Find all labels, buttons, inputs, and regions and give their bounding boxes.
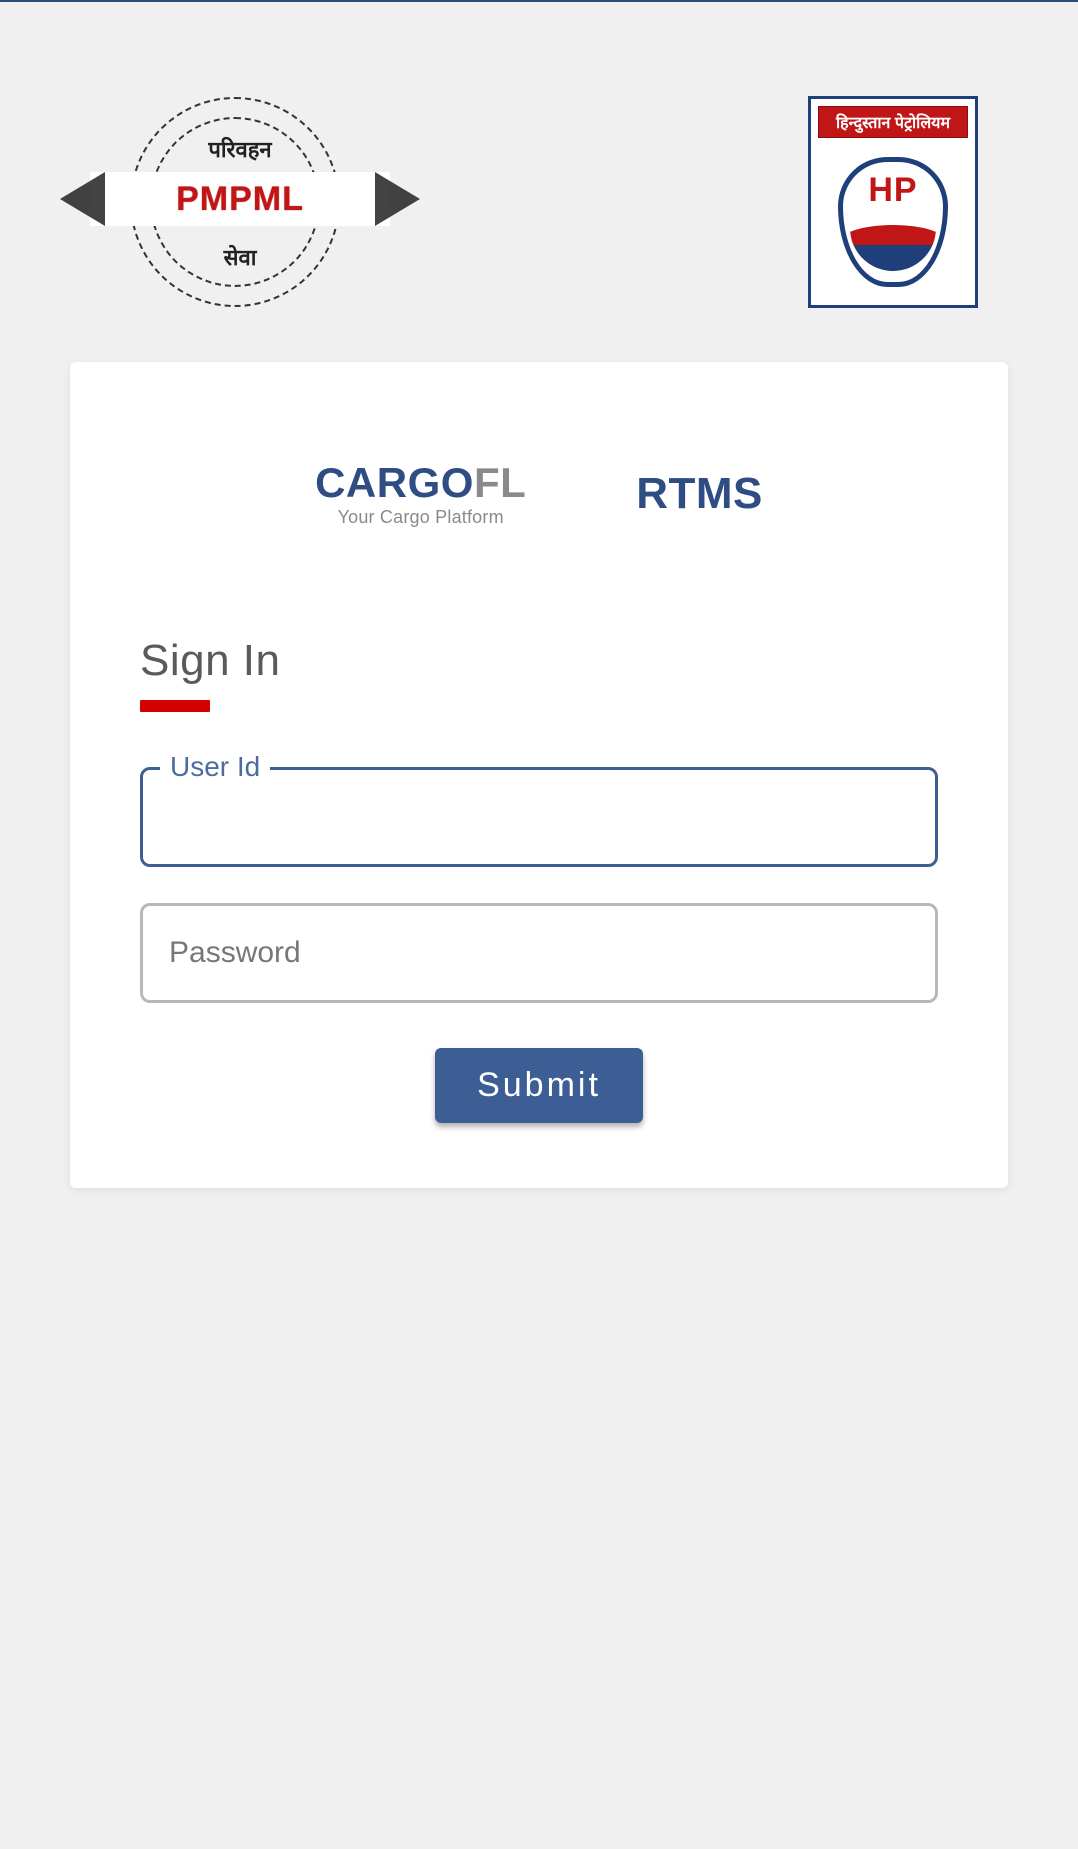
rtms-title: RTMS (636, 469, 763, 519)
pmpml-logo: परिवहन PMPML सेवा (100, 92, 380, 312)
header-logos: परिवहन PMPML सेवा हिन्दुस्तान पेट्रोलियम… (70, 2, 1008, 352)
cargofl-prefix: CARGO (315, 459, 474, 506)
cargofl-tagline: Your Cargo Platform (315, 508, 526, 526)
password-field-wrap (140, 903, 938, 1003)
hp-shield-icon: HP (838, 157, 948, 287)
signin-underline (140, 700, 210, 712)
submit-button[interactable]: Submit (435, 1048, 643, 1123)
submit-row: Submit (140, 1048, 938, 1123)
pmpml-bottom-text: सेवा (100, 242, 380, 272)
page: परिवहन PMPML सेवा हिन्दुस्तान पेट्रोलियम… (0, 2, 1078, 1188)
pmpml-band-text: PMPML (176, 180, 304, 219)
userid-label: User Id (160, 751, 270, 783)
cargofl-logo: CARGOFL Your Cargo Platform (315, 462, 526, 526)
pmpml-band: PMPML (90, 172, 390, 226)
password-input[interactable] (140, 903, 938, 1003)
userid-field-wrap: User Id (140, 767, 938, 867)
signin-heading: Sign In (140, 636, 938, 686)
login-card: CARGOFL Your Cargo Platform RTMS Sign In… (70, 362, 1008, 1188)
brand-row: CARGOFL Your Cargo Platform RTMS (140, 462, 938, 526)
signin-heading-wrap: Sign In (140, 636, 938, 712)
cargofl-suffix: FL (474, 459, 526, 506)
hp-logo: हिन्दुस्तान पेट्रोलियम HP (808, 96, 978, 308)
hp-header-text: हिन्दुस्तान पेट्रोलियम (818, 106, 968, 138)
hp-mark-text: HP (838, 171, 948, 210)
pmpml-top-text: परिवहन (100, 134, 380, 164)
